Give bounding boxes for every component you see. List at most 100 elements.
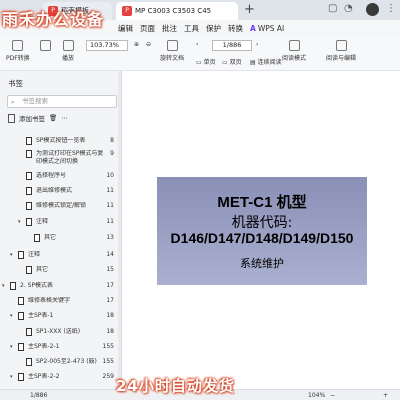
zoom-in-icon[interactable]: ⊕: [134, 41, 139, 48]
bookmark-icon: [26, 218, 32, 226]
bookmark-item[interactable]: SP1-XXX (送纸) 18: [0, 328, 118, 338]
bookmark-icon: [18, 312, 24, 320]
bell-icon[interactable]: ◔: [344, 3, 353, 14]
zoom-out-icon[interactable]: −: [330, 392, 335, 399]
continuous-read-button[interactable]: ▤ 连续阅读: [250, 57, 282, 66]
bookmark-page: 259: [102, 373, 114, 380]
bookmark-item[interactable]: ▾ 注释 14: [0, 251, 118, 261]
bookmark-icon: [26, 266, 32, 274]
pdf-convert-icon: [12, 40, 24, 51]
status-page[interactable]: 1/886: [30, 392, 47, 399]
bookmark-item[interactable]: ▾ 主SP表-2-1 155: [0, 343, 118, 353]
bookmark-label: 主SP表-1: [28, 312, 54, 319]
bookmark-page: 17: [106, 282, 114, 289]
bookmark-page: 18: [106, 328, 114, 335]
bookmark-search-input[interactable]: ⌕ 书签搜索: [7, 95, 117, 108]
pdf-convert-button[interactable]: PDF转换: [6, 40, 30, 62]
cover-code-label: 机器代码:: [231, 215, 293, 231]
expand-caret-icon[interactable]: ▾: [10, 252, 13, 258]
expand-caret-icon[interactable]: ▾: [10, 313, 13, 319]
tab-label: MP C3003 C3503 C45: [135, 7, 212, 15]
bookmark-label: 为测试打印在SP模式与复印模式之间切换: [36, 150, 104, 165]
expand-caret-icon[interactable]: ▾: [2, 283, 5, 289]
restore-icon[interactable]: ▢: [328, 3, 337, 14]
bookmark-item[interactable]: SP2-005至2-473 (鼓) 155: [0, 358, 118, 368]
cover-banner: MET-C1 机型 机器代码: D146/D147/D148/D149/D150…: [157, 177, 367, 285]
bookmark-label: 主SP表-2-2: [28, 373, 60, 380]
expand-caret-icon[interactable]: ▾: [10, 374, 13, 380]
menu-protect[interactable]: 保护: [206, 23, 221, 34]
zoom-in-icon[interactable]: +: [383, 392, 388, 399]
wps-ai-label: WPS AI: [257, 24, 285, 33]
add-bookmark-label: 添加书签: [19, 115, 45, 123]
promo-watermark: 24小时自动发货: [116, 377, 235, 395]
new-tab-icon[interactable]: +: [244, 2, 255, 17]
read-edit-label: 阅读与编辑: [326, 55, 357, 62]
bookmark-item[interactable]: ▾ 主SP表-2-2 259: [0, 373, 118, 383]
bookmark-item[interactable]: 其它 15: [0, 266, 118, 276]
more-icon[interactable]: ⋮: [386, 3, 396, 14]
avatar[interactable]: [366, 3, 379, 16]
bookmark-icon: [26, 137, 32, 145]
play-icon: [62, 40, 74, 51]
delete-icon[interactable]: 🗑: [49, 114, 57, 122]
bookmark-item[interactable]: ▾ 主SP表-1 18: [0, 312, 118, 322]
menu-edit[interactable]: 编辑: [118, 23, 133, 34]
pdf-icon: P: [122, 6, 132, 16]
bookmark-page: 10: [106, 172, 114, 179]
bookmark-item[interactable]: SP模式按钮一览表 8: [0, 137, 118, 147]
bookmark-label: 其它: [44, 234, 57, 241]
bookmark-icon: [18, 343, 24, 351]
continuous-read-label: 连续阅读: [257, 59, 282, 66]
document-viewport[interactable]: MET-C1 机型 机器代码: D146/D147/D148/D149/D150…: [122, 71, 400, 389]
sidebar-scrollbar[interactable]: [118, 71, 121, 389]
bookmark-page: 11: [106, 187, 114, 194]
play-button[interactable]: 播放: [62, 40, 74, 62]
single-page-button[interactable]: ▭ 单页: [196, 57, 216, 66]
bookmark-page: 15: [106, 266, 114, 273]
bookmark-item[interactable]: 选择程序号 10: [0, 172, 118, 182]
cover-model: MET-C1 机型: [217, 194, 307, 211]
tab-document[interactable]: P MP C3003 C3503 C45: [116, 2, 238, 20]
bookmark-item[interactable]: 为测试打印在SP模式与复印模式之间切换 9: [0, 150, 118, 168]
menu-tools[interactable]: 工具: [184, 23, 199, 34]
bookmark-item[interactable]: 维修模式锁定/解锁 11: [0, 202, 118, 212]
bookmark-add-icon: [8, 113, 15, 123]
bookmark-item[interactable]: 维修表格关键字 17: [0, 297, 118, 307]
double-page-button[interactable]: ▭ 双页: [222, 57, 242, 66]
expand-caret-icon[interactable]: ▾: [10, 344, 13, 350]
bookmark-label: 其它: [36, 266, 49, 273]
pdf-convert-label: PDF转换: [6, 55, 30, 62]
bookmark-icon: [18, 297, 24, 305]
bookmark-label: 2. SP模式表: [20, 282, 54, 289]
page-input[interactable]: 1/886: [212, 40, 252, 51]
expand-caret-icon[interactable]: ▾: [18, 219, 21, 225]
bookmark-page: 17: [106, 297, 114, 304]
read-edit-button[interactable]: 阅读与编辑: [326, 40, 356, 62]
prev-page-icon[interactable]: ‹: [196, 41, 198, 48]
bookmark-label: 退出维修模式: [36, 187, 73, 194]
bookmark-icon: [26, 358, 32, 366]
read-mode-button[interactable]: 阅读模式: [282, 40, 306, 62]
bookmark-icon: [18, 251, 24, 259]
next-page-icon[interactable]: ›: [256, 41, 258, 48]
read-mode-icon: [288, 40, 300, 51]
menu-annotate[interactable]: 批注: [162, 23, 177, 34]
more-options-icon[interactable]: ⋯: [61, 114, 68, 122]
rotate-doc-button[interactable]: 旋转文档: [160, 40, 184, 62]
bookmark-item[interactable]: 其它 13: [0, 234, 118, 244]
bookmark-page: 155: [102, 343, 114, 350]
add-bookmark-button[interactable]: 添加书签 🗑 ⋯: [8, 113, 68, 123]
hand-tool-button[interactable]: [40, 40, 51, 53]
bookmark-page: 8: [110, 137, 114, 144]
menu-page[interactable]: 页面: [140, 23, 155, 34]
zoom-out-icon[interactable]: ⊖: [146, 41, 151, 48]
bookmark-item[interactable]: ▾ 2. SP模式表 17: [0, 282, 118, 292]
bookmark-item[interactable]: ▾ 注释 11: [0, 218, 118, 228]
status-zoom[interactable]: 104%: [308, 392, 325, 399]
menu-convert[interactable]: 转换: [228, 23, 243, 34]
bookmark-icon: [26, 328, 32, 336]
wps-ai-button[interactable]: A WPS AI: [250, 24, 284, 33]
bookmark-item[interactable]: 退出维修模式 11: [0, 187, 118, 197]
zoom-input[interactable]: 103.73%: [86, 40, 128, 51]
